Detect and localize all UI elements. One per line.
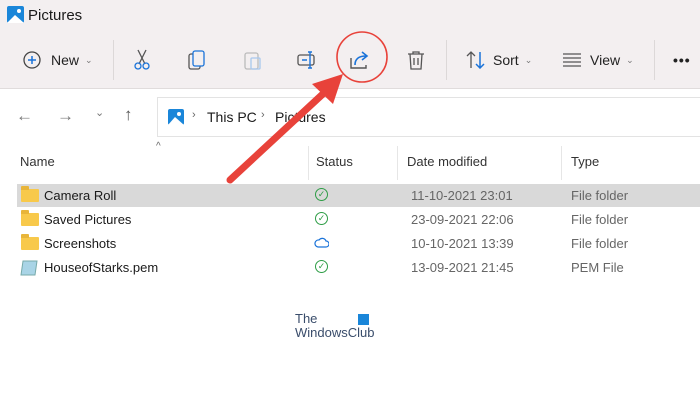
copy-button[interactable] [188,44,206,76]
delete-button[interactable] [407,44,425,76]
sort-button[interactable]: Sort ⌄ [466,44,532,76]
cut-button[interactable] [133,44,151,76]
file-type: File folder [571,212,629,227]
file-row[interactable]: Screenshots 10-10-2021 13:39 File folder [17,232,700,255]
up-arrow-icon[interactable]: ↑ [124,105,133,125]
pictures-icon [168,109,184,125]
column-header-status[interactable]: Status [316,154,353,169]
file-row[interactable]: Saved Pictures ✓ 23-09-2021 22:06 File fold… [17,208,700,231]
folder-icon [21,186,39,202]
folder-icon [21,210,39,226]
file-row[interactable]: HouseofStarks.pem ✓ 13-09-2021 21:45 PEM Fi… [17,256,700,279]
title-bar: Pictures [0,0,700,34]
paste-button[interactable] [244,44,262,76]
new-label: New [51,52,80,68]
copy-icon [188,50,205,70]
command-bar: New ⌄ Sort ⌄ View ⌄ ••• [0,34,700,89]
column-header-date[interactable]: Date modified [407,154,487,169]
plus-circle-icon [23,51,41,69]
sort-caret-icon: ^ [156,141,161,152]
more-options-button[interactable]: ••• [673,44,691,76]
file-type: File folder [571,236,629,251]
file-date: 11-10-2021 23:01 [411,188,513,203]
synced-check-icon: ✓ [315,188,328,201]
trash-icon [408,51,424,70]
folder-icon [21,234,39,250]
file-name: Camera Roll [44,188,117,203]
file-type: PEM File [571,260,624,275]
forward-arrow-icon[interactable]: → [57,106,74,126]
file-date: 23-09-2021 22:06 [411,212,514,227]
recent-locations-chevron-icon[interactable]: ⌄ [95,106,104,119]
share-button[interactable] [350,44,372,76]
watermark-logo: The WindowsClub [295,311,375,340]
sort-icon [466,51,485,69]
file-type: File folder [571,188,629,203]
rename-icon [297,51,315,69]
pictures-folder-icon [7,6,24,23]
synced-check-icon: ✓ [315,260,328,273]
file-name: HouseofStarks.pem [44,260,159,275]
scissors-icon [134,49,150,70]
view-button[interactable]: View ⌄ [563,44,634,76]
back-arrow-icon[interactable]: ← [16,106,33,126]
rename-button[interactable] [297,44,317,76]
file-name: Screenshots [44,236,117,251]
file-date: 13-09-2021 21:45 [411,260,514,275]
cloud-icon [314,237,329,248]
file-name: Saved Pictures [44,212,132,227]
column-header-name[interactable]: Name [20,154,55,169]
share-icon [350,51,369,69]
view-label: View [590,52,621,68]
breadcrumb-this-pc[interactable]: This PC [207,109,257,125]
file-row[interactable]: Camera Roll ✓ 11-10-2021 23:01 File folder [17,184,700,207]
certificate-file-icon [20,260,38,276]
new-button[interactable]: New ⌄ [23,44,93,76]
sort-label: Sort [493,52,519,68]
paste-icon [244,52,261,70]
file-date: 10-10-2021 13:39 [411,236,514,251]
breadcrumb-pictures[interactable]: Pictures [275,109,326,125]
list-view-icon [563,53,581,67]
window-title: Pictures [28,7,83,24]
synced-check-icon: ✓ [315,212,328,225]
address-bar[interactable]: › This PC › Pictures [157,97,700,137]
column-header-type[interactable]: Type [571,154,599,169]
